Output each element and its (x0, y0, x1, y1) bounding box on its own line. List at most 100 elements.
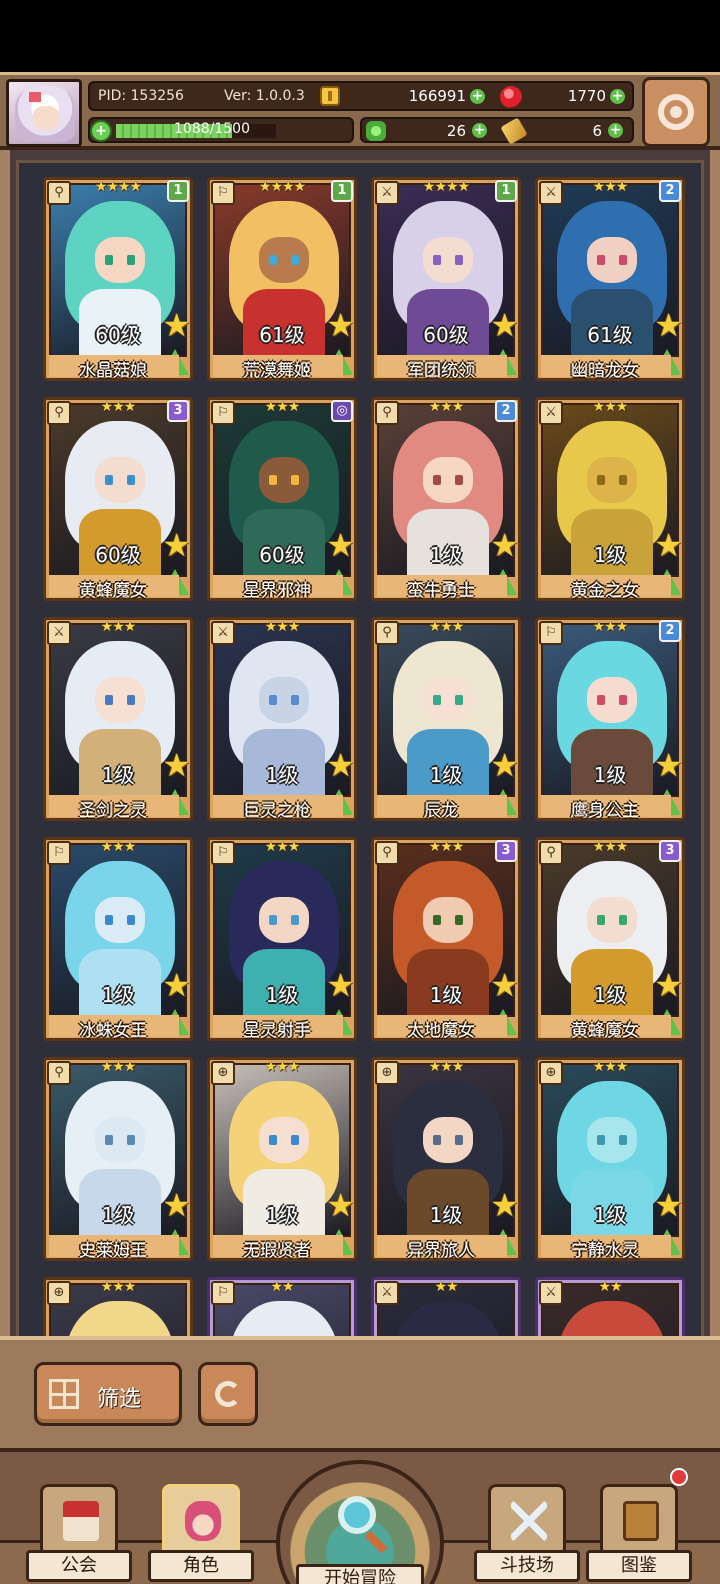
star-upgrade-icon: ★ (490, 306, 519, 344)
portrait-eye-right (127, 695, 135, 705)
character-card[interactable]: ⚲ ★★★ 1级 ★ 史莱姆王 (43, 1057, 193, 1261)
star-upgrade-icon: ★ (654, 746, 683, 784)
character-card[interactable]: ⚔ ★★★★ 1 60级 ★ 军团统领 (371, 177, 521, 381)
star-upgrade-icon: ★ (490, 746, 519, 784)
portrait-eye-left (433, 915, 441, 925)
portrait-eye-left (433, 255, 441, 265)
portrait-face (587, 677, 637, 723)
character-card[interactable]: ⚔ ★★★ 1级 ★ 黄金之女 (535, 397, 685, 601)
character-name: 军团统领 (407, 361, 475, 381)
character-card[interactable]: ⚔ ★★★ 1级 ★ 巨灵之枪 (207, 617, 357, 821)
add-gem-button[interactable]: + (610, 89, 625, 104)
star-rating: ★★★ (264, 839, 301, 855)
rank-badge: 2 (659, 620, 681, 642)
character-name: 黄金之女 (571, 581, 639, 601)
portrait-eye-right (291, 915, 299, 925)
star-rating: ★★★ (428, 839, 465, 855)
portrait-face (423, 237, 473, 283)
character-card[interactable]: ⚲ ★★★ 3 1级 ★ 黄蜂魔女 (535, 837, 685, 1041)
rank-badge: 3 (495, 840, 517, 862)
clover-amount: 26 (446, 122, 466, 140)
nav-roles-label: 角色 (148, 1550, 254, 1582)
portrait-eye-right (455, 475, 463, 485)
star-upgrade-icon: ★ (162, 526, 191, 564)
nav-codex[interactable]: 图鉴 (586, 1464, 692, 1582)
character-card[interactable]: ⚲ ★★★ 3 60级 ★ 黄蜂魔女 (43, 397, 193, 601)
star-rating: ★★★ (264, 1059, 301, 1075)
add-gold-button[interactable]: + (470, 89, 485, 104)
character-card[interactable]: ⚐ ★★★ 2 1级 ★ 鹰身公主 (535, 617, 685, 821)
portrait-eye-left (269, 695, 277, 705)
portrait-face (95, 1117, 145, 1163)
portrait-eye-left (597, 695, 605, 705)
star-upgrade-icon: ★ (162, 746, 191, 784)
character-card[interactable]: ⚐ ★★★ ◎ 60级 ★ 星界邪神 (207, 397, 357, 601)
settings-button[interactable] (642, 77, 710, 147)
portrait-face (259, 457, 309, 503)
nav-roles-icon-box (162, 1484, 240, 1556)
star-rating: ★★★ (100, 1279, 137, 1295)
add-clover-button[interactable]: + (472, 123, 487, 138)
nav-guild-label: 公会 (26, 1550, 132, 1582)
character-card[interactable]: ⊕ ★★★ 1级 ★ 宁静水灵 (535, 1057, 685, 1261)
guild-house-icon (63, 1501, 99, 1541)
book-icon (623, 1501, 659, 1541)
star-upgrade-icon: ★ (326, 1186, 355, 1224)
character-card[interactable]: ⚔ ★★★ 1级 ★ 圣剑之灵 (43, 617, 193, 821)
class-type-icon: ⚲ (375, 401, 399, 425)
nav-roles[interactable]: 角色 (148, 1464, 254, 1582)
character-card[interactable]: ⚲ ★★★ 1级 ★ 辰龙 (371, 617, 521, 821)
nav-guild[interactable]: 公会 (26, 1464, 132, 1582)
portrait-eye-left (597, 475, 605, 485)
rank-badge: 2 (495, 400, 517, 422)
nav-adventure[interactable]: 开始冒险 (274, 1460, 446, 1584)
star-rating: ★★★★ (422, 179, 470, 195)
character-card[interactable]: ⚲ ★★★ 2 1级 ★ 蛮牛勇士 (371, 397, 521, 601)
class-type-icon: ⚔ (211, 621, 235, 645)
portrait-eye-left (105, 1135, 113, 1145)
character-card[interactable]: ⚲ ★★★★ 1 60级 ★ 水晶菇娘 (43, 177, 193, 381)
portrait-face (423, 1117, 473, 1163)
grid-icon (49, 1379, 79, 1409)
star-rating: ★★★ (100, 1059, 137, 1075)
star-upgrade-icon: ★ (654, 526, 683, 564)
rank-badge: 1 (495, 180, 517, 202)
character-card[interactable]: ⚐ ★★★★ 1 61级 ★ 荒漠舞姬 (207, 177, 357, 381)
resource-bar: 26 + 6 + (360, 117, 634, 145)
nav-arena[interactable]: 斗技场 (474, 1464, 580, 1582)
portrait-eye-right (127, 1135, 135, 1145)
portrait-eye-left (105, 695, 113, 705)
character-card[interactable]: ⊕ ★★★ 1级 ★ 异界旅人 (371, 1057, 521, 1261)
character-card[interactable]: ⚐ ★★★ 1级 ★ 冰蛛女王 (43, 837, 193, 1041)
portrait-eye-right (619, 1135, 627, 1145)
star-rating: ★★★★ (94, 179, 142, 195)
class-type-icon: ⚔ (375, 1281, 399, 1305)
player-avatar[interactable] (6, 79, 82, 147)
portrait-face (259, 237, 309, 283)
portrait-eye-right (291, 1135, 299, 1145)
star-rating: ★★ (434, 1279, 458, 1295)
add-scroll-button[interactable]: + (608, 123, 623, 138)
exp-bar: + 1088/1500 (88, 117, 354, 143)
character-card[interactable]: ⚲ ★★★ 3 1级 ★ 太地魔女 (371, 837, 521, 1041)
character-card[interactable]: ⚐ ★★★ 1级 ★ 星灵射手 (207, 837, 357, 1041)
refresh-button[interactable] (198, 1362, 258, 1426)
gold-amount: 166991 (408, 87, 466, 105)
star-upgrade-icon: ★ (326, 526, 355, 564)
gear-icon (658, 94, 694, 130)
class-type-icon: ⚔ (539, 181, 563, 205)
character-card[interactable]: ⚔ ★★★ 2 61级 ★ 幽暗龙女 (535, 177, 685, 381)
class-type-icon: ⚲ (375, 841, 399, 865)
roster-panel: ⚲ ★★★★ 1 60级 ★ 水晶菇娘 ⚐ ★★★★ 1 61级 ★ 荒漠舞姬 ⚔ ★★★★ 1 60级 ★ 军团… (0, 150, 720, 1346)
star-upgrade-icon: ★ (490, 966, 519, 1004)
portrait-eye-left (433, 475, 441, 485)
player-id: PID: 153256 (98, 88, 184, 104)
gem-amount: 1770 (567, 87, 606, 105)
rank-badge: 2 (659, 180, 681, 202)
class-type-icon: ⚐ (211, 401, 235, 425)
character-grid[interactable]: ⚲ ★★★★ 1 60级 ★ 水晶菇娘 ⚐ ★★★★ 1 61级 ★ 荒漠舞姬 ⚔ ★★★★ 1 60级 ★ 军团… (16, 160, 704, 1346)
character-card[interactable]: ⊕ ★★★ 1级 ★ 无瑕贤者 (207, 1057, 357, 1261)
portrait-eye-left (597, 255, 605, 265)
filter-button[interactable]: 筛选 (34, 1362, 182, 1426)
star-rating: ★★ (598, 1279, 622, 1295)
